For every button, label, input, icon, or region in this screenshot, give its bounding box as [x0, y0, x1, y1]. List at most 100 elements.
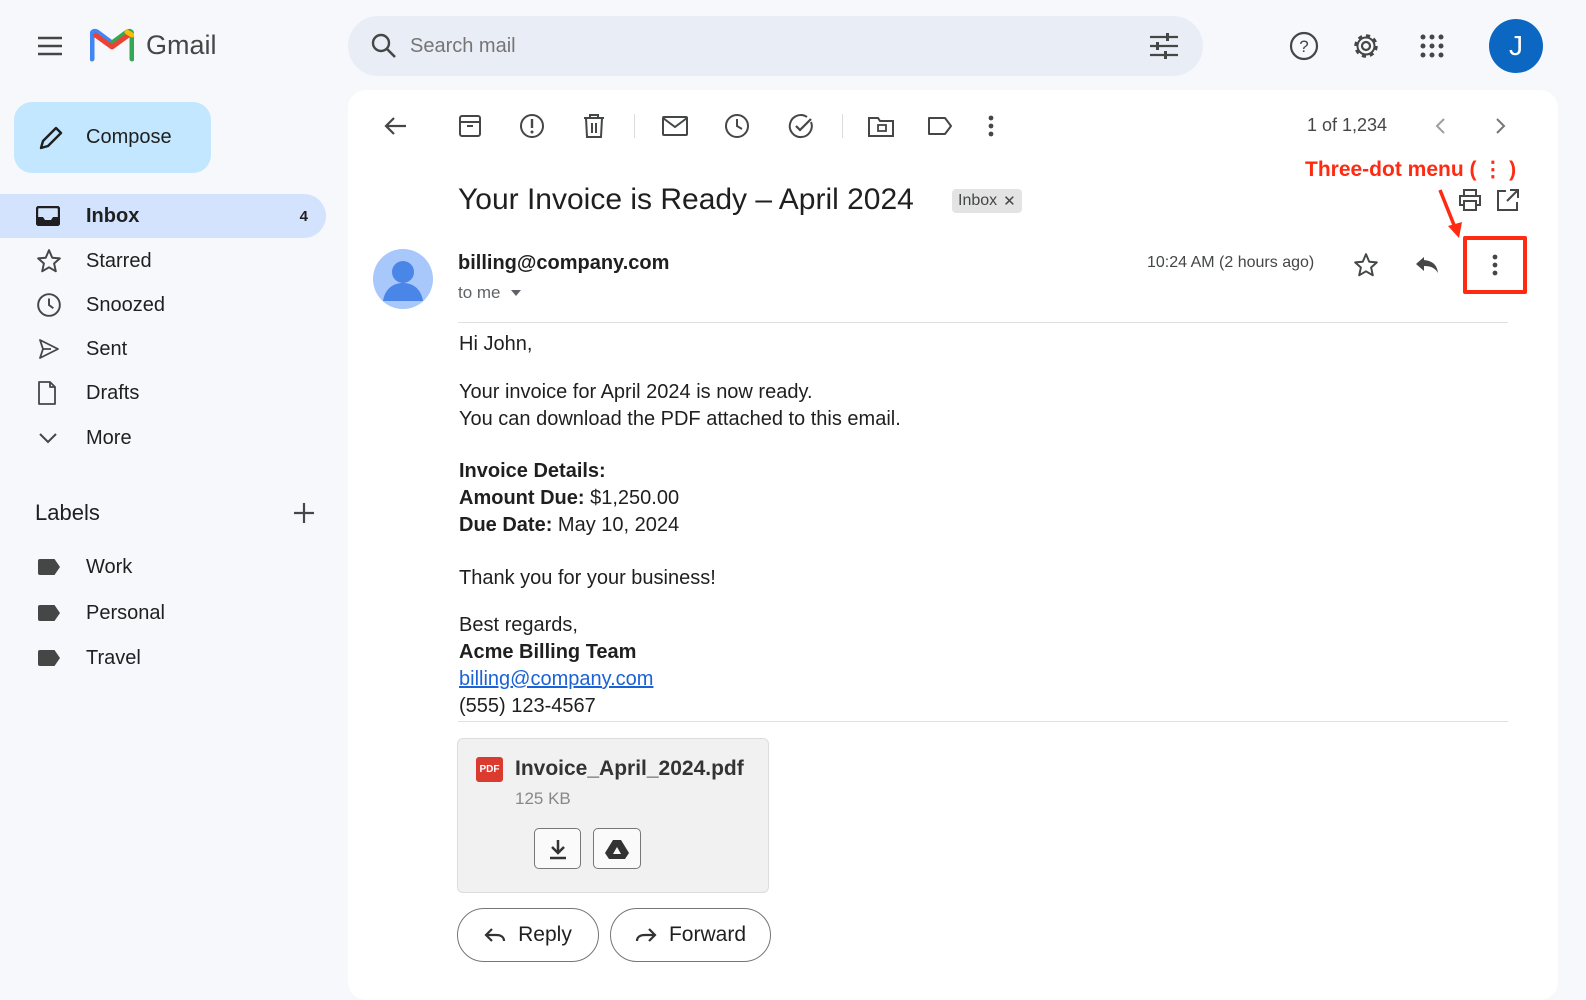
sidebar-item-label: More	[86, 426, 132, 449]
label-tag-icon	[38, 650, 60, 666]
label-name: Work	[86, 555, 133, 578]
download-button[interactable]	[534, 828, 581, 869]
sidebar-item-label: Drafts	[86, 381, 140, 404]
reply-arrow-icon[interactable]	[1412, 251, 1442, 279]
reply-button[interactable]: Reply	[457, 908, 599, 962]
badge-label: Inbox	[958, 192, 998, 209]
apps-grid-icon[interactable]	[1416, 30, 1448, 62]
inbox-icon	[0, 206, 86, 226]
help-icon[interactable]: ?	[1288, 30, 1320, 62]
label-name: Travel	[86, 646, 141, 669]
sidebar-item-label: Starred	[86, 249, 152, 272]
sidebar-item-sent[interactable]: Sent	[0, 327, 326, 371]
gmail-m-icon	[90, 28, 134, 62]
add-label-plus-icon[interactable]	[292, 501, 316, 525]
sender-avatar[interactable]	[373, 249, 433, 309]
amount-label: Amount Due:	[459, 487, 585, 509]
label-icon[interactable]	[924, 110, 956, 142]
main-menu-button[interactable]	[32, 30, 68, 62]
attachment-card[interactable]: PDF Invoice_April_2024.pdf 125 KB	[457, 738, 769, 893]
body-line-2: You can download the PDF attached to thi…	[459, 408, 901, 430]
label-personal[interactable]: Personal	[0, 593, 165, 633]
snooze-clock-icon[interactable]	[721, 110, 753, 142]
team-name: Acme Billing Team	[459, 641, 637, 663]
account-avatar[interactable]: J	[1489, 19, 1543, 73]
phone: (555) 123-4567	[459, 695, 596, 717]
download-icon	[549, 839, 566, 859]
annotation-label: Three-dot menu ( ⋮ )	[1305, 158, 1517, 181]
toolbar-divider	[634, 114, 635, 138]
draft-file-icon	[0, 381, 86, 405]
label-travel[interactable]: Travel	[0, 638, 141, 678]
forward-button[interactable]: Forward	[610, 908, 771, 962]
app-name: Gmail	[146, 29, 217, 60]
svg-text:?: ?	[1299, 37, 1308, 56]
header-divider	[458, 322, 1508, 323]
unread-count: 4	[299, 207, 308, 225]
open-in-new-window-icon[interactable]	[1494, 186, 1522, 214]
forward-label: Forward	[668, 923, 747, 946]
search-bar[interactable]	[348, 16, 1203, 76]
amount-due: Amount Due: $1,250.00	[459, 485, 679, 512]
archive-icon[interactable]	[454, 110, 486, 142]
back-arrow-icon[interactable]	[380, 110, 412, 142]
label-tag-icon	[38, 605, 60, 621]
gmail-logo[interactable]: Gmail	[90, 28, 217, 62]
due-value: May 10, 2024	[552, 514, 680, 536]
more-options-three-dot-icon[interactable]	[1482, 250, 1508, 280]
reply-label: Reply	[518, 923, 572, 946]
hamburger-icon	[38, 36, 62, 56]
mark-unread-envelope-icon[interactable]	[659, 110, 691, 142]
email-link[interactable]: billing@company.com	[459, 666, 653, 693]
chevron-down-icon	[0, 431, 86, 445]
avatar-initial: J	[1509, 30, 1523, 61]
labels-heading: Labels	[35, 500, 100, 525]
settings-gear-icon[interactable]	[1350, 30, 1382, 62]
compose-label: Compose	[86, 126, 172, 148]
trash-icon[interactable]	[578, 110, 610, 142]
compose-button[interactable]: Compose	[14, 102, 211, 173]
due-date: Due Date: May 10, 2024	[459, 512, 679, 539]
body-line-1: Your invoice for April 2024 is now ready…	[459, 381, 813, 403]
pdf-file-icon: PDF	[476, 757, 503, 782]
reply-icon	[484, 928, 506, 942]
clock-icon	[0, 292, 86, 318]
send-icon	[0, 337, 86, 361]
report-spam-icon[interactable]	[516, 110, 548, 142]
label-name: Personal	[86, 601, 165, 624]
older-chevron-right-icon[interactable]	[1485, 110, 1517, 142]
sidebar-item-inbox[interactable]: Inbox 4	[0, 194, 326, 238]
move-to-folder-icon[interactable]	[865, 110, 897, 142]
label-tag-icon	[38, 559, 60, 575]
newer-chevron-left-icon[interactable]	[1424, 110, 1456, 142]
add-task-icon[interactable]	[785, 110, 817, 142]
search-input[interactable]	[410, 34, 1110, 58]
pagination-text: 1 of 1,234	[1307, 115, 1388, 135]
label-work[interactable]: Work	[0, 547, 132, 587]
sender-email[interactable]: billing@company.com	[458, 252, 669, 275]
forward-icon	[635, 928, 657, 942]
google-drive-icon	[605, 839, 629, 859]
save-to-drive-button[interactable]	[593, 828, 641, 869]
sidebar-item-label: Snoozed	[86, 293, 165, 316]
due-label: Due Date:	[459, 514, 553, 536]
sidebar-item-more[interactable]: More	[0, 416, 326, 460]
remove-label-x-icon[interactable]: ✕	[1003, 192, 1016, 210]
sidebar-item-starred[interactable]: Starred	[0, 239, 326, 283]
sidebar-item-drafts[interactable]: Drafts	[0, 371, 326, 415]
recipient-dropdown[interactable]: to me	[458, 283, 521, 303]
star-icon	[0, 248, 86, 274]
search-options-icon[interactable]	[1149, 33, 1179, 59]
inbox-badge[interactable]: Inbox ✕	[952, 189, 1022, 213]
star-icon[interactable]	[1352, 251, 1380, 279]
pencil-icon	[36, 124, 66, 152]
sidebar-item-snoozed[interactable]: Snoozed	[0, 283, 326, 327]
caret-down-icon	[510, 290, 521, 296]
more-vert-icon[interactable]	[975, 110, 1007, 142]
timestamp: 10:24 AM (2 hours ago)	[1147, 254, 1315, 271]
attachment-size: 125 KB	[515, 789, 571, 808]
search-icon[interactable]	[370, 33, 398, 59]
annotation-arrow-icon	[1438, 189, 1462, 238]
attachment-filename: Invoice_April_2024.pdf	[515, 757, 744, 780]
amount-value: $1,250.00	[584, 487, 680, 509]
